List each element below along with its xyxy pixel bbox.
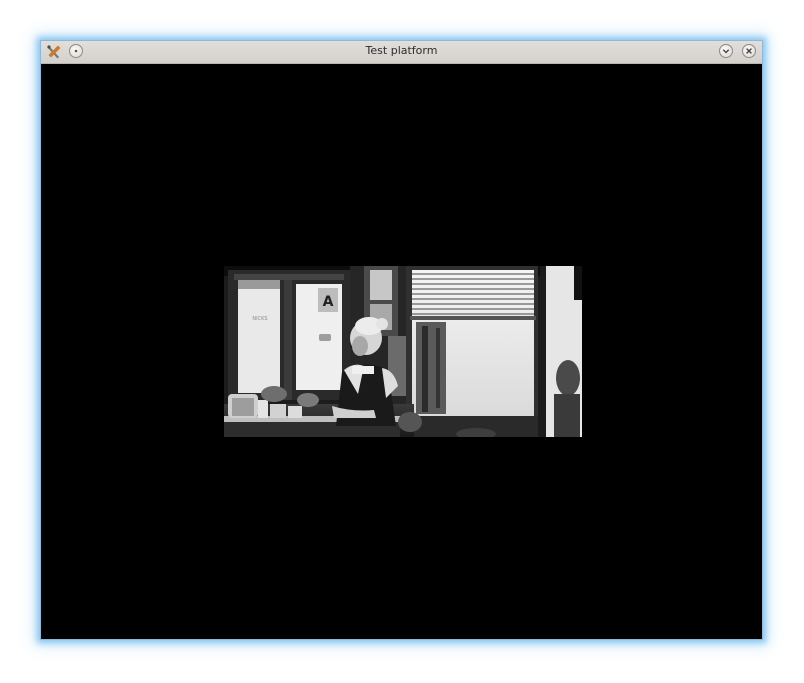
door-lettering: NICKS — [252, 316, 267, 322]
minimize-button[interactable] — [719, 44, 733, 58]
close-icon — [746, 48, 752, 54]
title-bar[interactable]: Test platform — [41, 41, 762, 64]
app-window: Test platform A NICKS — [40, 40, 763, 640]
window-title: Test platform — [365, 44, 438, 57]
door-sign-letter: A — [323, 294, 334, 310]
video-frame[interactable]: A NICKS — [224, 266, 582, 437]
video-image: A NICKS — [224, 266, 582, 437]
chevron-down-icon — [722, 49, 730, 54]
video-display-area[interactable]: A NICKS — [41, 64, 762, 639]
close-button[interactable] — [742, 44, 756, 58]
